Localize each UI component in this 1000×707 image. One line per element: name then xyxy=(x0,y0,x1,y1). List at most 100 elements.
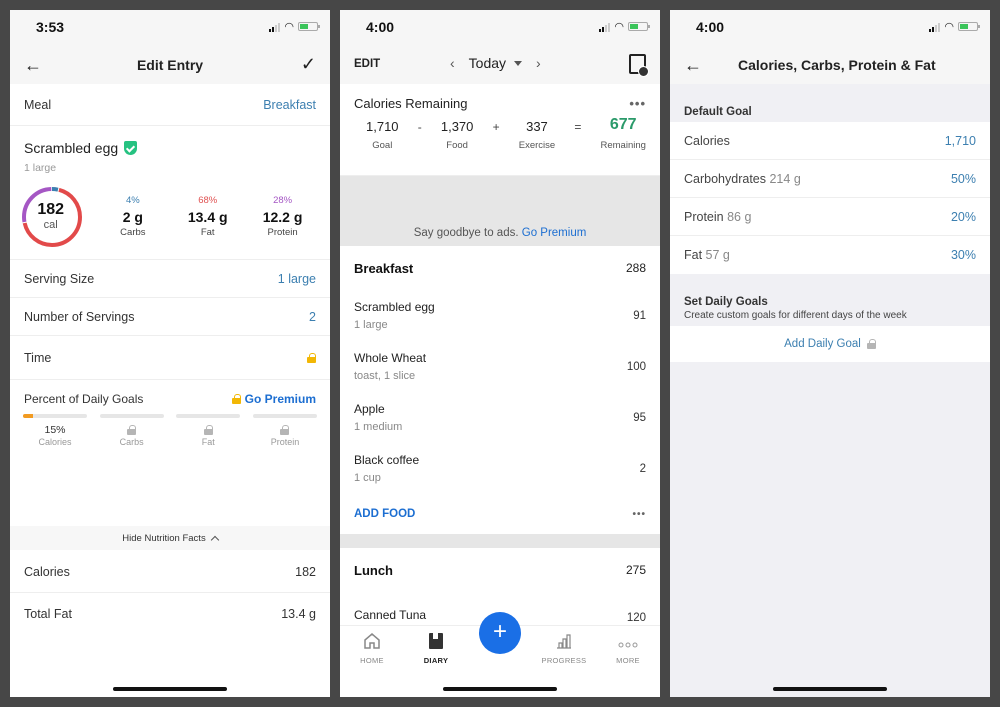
time-row[interactable]: Time xyxy=(10,336,330,380)
meal-header-lunch: Lunch 275 xyxy=(340,548,660,592)
goal-row-fat[interactable]: Fat 57 g 30% xyxy=(670,236,990,274)
goal-row-calories[interactable]: Calories 1,710 xyxy=(670,122,990,160)
chevron-right-icon[interactable]: › xyxy=(536,55,541,71)
goal-name: Fat xyxy=(684,248,703,262)
goal-value[interactable]: 50% xyxy=(951,172,976,186)
date-picker[interactable]: ‹ Today › xyxy=(450,55,541,71)
calorie-unit: cal xyxy=(43,218,58,231)
food-calories: 91 xyxy=(633,309,646,322)
system-icons: ◠ xyxy=(929,20,980,33)
set-daily-goals-section: Set Daily Goals Create custom goals for … xyxy=(670,274,990,326)
home-indicator xyxy=(443,687,557,691)
lock-icon xyxy=(307,352,316,363)
meal-title: Lunch xyxy=(354,562,393,578)
food-name: Canned Tuna xyxy=(354,608,427,622)
nutrition-label: Calories xyxy=(24,565,70,579)
goal-progress-bar xyxy=(23,414,87,418)
set-daily-goals-subtitle: Create custom goals for different days o… xyxy=(684,310,907,321)
macro-label: Fat xyxy=(200,227,215,238)
section-divider xyxy=(340,534,660,548)
battery-icon xyxy=(628,22,650,31)
goal-grams: 86 g xyxy=(727,209,752,224)
daily-goals-header: Percent of Daily Goals Go Premium xyxy=(10,380,330,410)
meal-value[interactable]: Breakfast xyxy=(263,98,316,112)
serving-size-row[interactable]: Serving Size 1 large xyxy=(10,260,330,298)
edit-button[interactable]: EDIT xyxy=(354,58,380,70)
signal-icon xyxy=(929,22,941,32)
meal-total: 288 xyxy=(625,261,646,275)
more-options-icon[interactable]: ••• xyxy=(629,96,646,111)
goal-label: Protein xyxy=(270,437,300,447)
nutrition-value: 13.4 g xyxy=(281,606,316,621)
calorie-equation: 1,710 Goal - 1,370 Food + 337 Exercise = 67… xyxy=(354,116,646,151)
daily-goal-item: Fat xyxy=(176,414,241,447)
tab-diary[interactable]: DIARY xyxy=(406,632,466,665)
equals-sign: = xyxy=(574,120,582,134)
goal-name: Protein xyxy=(684,209,724,224)
servings-row[interactable]: Number of Servings 2 xyxy=(10,298,330,336)
more-options-icon[interactable]: ••• xyxy=(632,509,646,520)
food-list-item[interactable]: Apple 1 medium 95 xyxy=(340,392,660,443)
diary-screen: 4:00 ◠ EDIT ‹ Today › Calories Remaining… xyxy=(340,10,660,697)
macro-pct: 4% xyxy=(125,195,140,206)
wifi-icon: ◠ xyxy=(944,21,954,33)
plus-sign: + xyxy=(492,120,500,134)
goal-label: Carbs xyxy=(119,437,144,447)
tab-home[interactable]: HOME xyxy=(342,632,402,665)
goal-locked xyxy=(253,424,317,436)
back-arrow-icon[interactable]: ← xyxy=(684,55,702,76)
hide-nutrition-toggle[interactable]: Hide Nutrition Facts xyxy=(10,526,330,550)
food-list-item[interactable]: Black coffee 1 cup 2 xyxy=(340,443,660,494)
daily-goal-item: Carbs xyxy=(99,414,164,447)
bottom-tab-bar: HOME DIARY + PROGRESS MORE xyxy=(340,612,660,671)
go-premium-link[interactable]: Go Premium xyxy=(522,227,587,239)
caret-down-icon[interactable] xyxy=(514,60,523,66)
go-premium-link[interactable]: Go Premium xyxy=(231,392,316,406)
nav-bar: ← Calories, Carbs, Protein & Fat xyxy=(670,46,990,84)
add-entry-fab[interactable]: + xyxy=(479,612,521,654)
tab-progress[interactable]: PROGRESS xyxy=(534,632,594,665)
servings-value[interactable]: 2 xyxy=(309,310,316,324)
daily-goal-bars: 15% Calories Carbs Fat Protein xyxy=(10,410,330,447)
goal-locked xyxy=(176,424,240,436)
remaining-label: Remaining xyxy=(600,140,646,151)
goal-row-protein[interactable]: Protein 86 g 20% xyxy=(670,198,990,236)
add-daily-goal-label: Add Daily Goal xyxy=(784,338,861,350)
default-goal-heading: Default Goal xyxy=(670,84,990,122)
home-indicator xyxy=(773,687,887,691)
food-serving: 1 large xyxy=(354,319,388,331)
goal-label: Fat xyxy=(201,437,215,447)
time-label: Time xyxy=(24,350,52,365)
goal-name: Carbohydrates xyxy=(684,171,766,186)
chevron-left-icon[interactable]: ‹ xyxy=(450,55,455,71)
tab-label: PROGRESS xyxy=(541,656,587,665)
checkmark-icon[interactable]: ✓ xyxy=(301,54,316,75)
calories-remaining-title: Calories Remaining xyxy=(354,96,468,111)
meal-row[interactable]: Meal Breakfast xyxy=(10,84,330,126)
date-label[interactable]: Today xyxy=(469,55,506,71)
goal-value[interactable]: 30% xyxy=(951,248,976,262)
goal-value[interactable]: 1,710 xyxy=(945,134,976,148)
back-arrow-icon[interactable]: ← xyxy=(24,55,42,76)
goal-value[interactable]: 20% xyxy=(951,210,976,224)
tab-label: HOME xyxy=(360,656,384,665)
calendar-check-icon[interactable] xyxy=(629,54,649,77)
food-list-item[interactable]: Whole Wheat toast, 1 slice 100 xyxy=(340,341,660,392)
food-serving: 1 cup xyxy=(354,472,381,484)
goal-progress-bar xyxy=(252,414,317,418)
system-icons: ◠ xyxy=(599,20,650,33)
add-daily-goal-button[interactable]: Add Daily Goal xyxy=(670,326,990,362)
add-food-button[interactable]: ADD FOOD xyxy=(354,508,415,520)
serving-size-value[interactable]: 1 large xyxy=(278,272,316,286)
ad-text: Say goodbye to ads. xyxy=(413,227,519,239)
daily-goal-item: 15% Calories xyxy=(23,414,87,447)
food-calories: 120 xyxy=(626,611,646,624)
food-list-item[interactable]: Scrambled egg 1 large 91 xyxy=(340,290,660,341)
nutrition-row: Total Fat 13.4 g xyxy=(10,593,330,634)
meal-title: Breakfast xyxy=(354,260,414,276)
goal-row-carbs[interactable]: Carbohydrates 214 g 50% xyxy=(670,160,990,198)
goal-label: Protein 86 g xyxy=(684,210,751,224)
goal-progress-fill xyxy=(23,414,33,418)
tab-more[interactable]: MORE xyxy=(598,632,658,665)
goal-label: Calories xyxy=(684,134,730,148)
